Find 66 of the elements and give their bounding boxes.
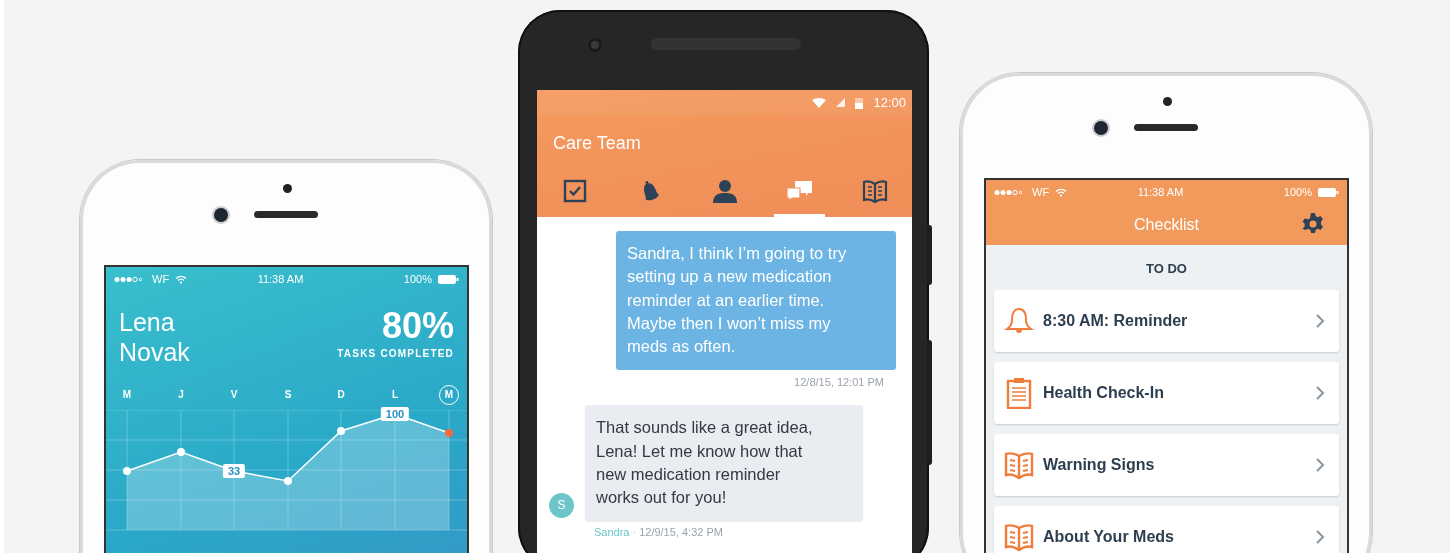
chevron-right-icon bbox=[1315, 313, 1325, 329]
user-name: Lena Novak bbox=[119, 307, 191, 367]
camera-icon bbox=[1094, 121, 1108, 135]
bell-icon bbox=[1004, 306, 1034, 336]
speaker-grille bbox=[1134, 124, 1198, 131]
camera-icon bbox=[588, 38, 602, 52]
carrier-label: WF bbox=[1032, 186, 1050, 198]
message-timestamp: 12/8/15, 12:01 PM bbox=[794, 376, 884, 389]
checklist-item[interactable]: Warning Signs bbox=[994, 434, 1339, 496]
settings-icon[interactable] bbox=[1301, 212, 1325, 236]
sensor-dot bbox=[1163, 97, 1172, 106]
section-heading: TO DO bbox=[1145, 261, 1188, 276]
day-label[interactable]: J bbox=[171, 385, 191, 405]
chevron-right-icon bbox=[1315, 385, 1325, 401]
day-label[interactable]: L bbox=[385, 385, 405, 405]
checklist-item[interactable]: About Your Meds bbox=[994, 506, 1339, 553]
battery-icon bbox=[438, 274, 459, 284]
signal-icon bbox=[836, 98, 846, 107]
chart-point bbox=[284, 477, 292, 485]
message-bubble: Sandra, I think I’m going to try setting up a new medication reminder at an earlier time. Maybe then I won’t miss my meds as often. bbox=[616, 231, 896, 371]
chart-point bbox=[123, 467, 131, 475]
battery-percent: 100% bbox=[1283, 186, 1312, 198]
clipboard-icon bbox=[1004, 377, 1034, 409]
completion-caption: TASKS COMPLETED bbox=[337, 348, 454, 359]
point-value-label: 100 bbox=[380, 407, 410, 421]
carrier-label: WF bbox=[152, 273, 170, 285]
signal-icon bbox=[114, 275, 142, 283]
battery-icon bbox=[855, 96, 864, 109]
battery-percent: 100% bbox=[403, 273, 432, 285]
speaker-grille bbox=[254, 211, 318, 218]
screen-title: Checklist bbox=[1134, 215, 1199, 234]
screen-title: Care Team bbox=[552, 132, 642, 155]
day-label[interactable]: S bbox=[278, 385, 298, 405]
checklist-item[interactable]: 8:30 AM: Reminder bbox=[994, 290, 1339, 352]
day-label[interactable]: D bbox=[331, 385, 351, 405]
message-author: Sandra bbox=[594, 525, 630, 538]
wifi-icon bbox=[812, 97, 827, 108]
checkbox-icon bbox=[562, 178, 587, 203]
status-time: 12:00 bbox=[873, 95, 906, 110]
message-timestamp: 12/9/15, 4:32 PM bbox=[639, 525, 723, 538]
sensor-dot bbox=[283, 184, 292, 193]
camera-icon bbox=[214, 208, 228, 222]
wifi-icon bbox=[175, 274, 188, 284]
chat-bubbles-icon bbox=[785, 178, 814, 203]
person-icon bbox=[711, 178, 738, 203]
battery-icon bbox=[1318, 187, 1339, 197]
status-time: 11:38 AM bbox=[1137, 186, 1185, 198]
point-value-label: 33 bbox=[222, 464, 246, 478]
completion-percent: 80% bbox=[380, 307, 454, 345]
checklist-item[interactable]: Health Check-In bbox=[994, 362, 1339, 424]
day-label[interactable]: M bbox=[117, 385, 137, 405]
day-label[interactable]: V bbox=[224, 385, 244, 405]
chart-point bbox=[445, 429, 453, 437]
chart-point bbox=[177, 448, 185, 456]
status-time: 11:38 AM bbox=[257, 273, 305, 285]
chevron-right-icon bbox=[1315, 529, 1325, 545]
book-icon bbox=[1004, 522, 1034, 552]
wifi-icon bbox=[1055, 187, 1068, 197]
book-icon bbox=[861, 178, 888, 203]
avatar: S bbox=[549, 492, 574, 518]
book-icon bbox=[1004, 450, 1034, 480]
separator-dot: · bbox=[632, 525, 637, 538]
message-bubble: That sounds like a great idea, Lena! Let me know how that new medication reminder works out for you! bbox=[585, 405, 863, 522]
chevron-right-icon bbox=[1315, 457, 1325, 473]
signal-icon bbox=[994, 188, 1022, 196]
chart-point bbox=[337, 427, 345, 435]
